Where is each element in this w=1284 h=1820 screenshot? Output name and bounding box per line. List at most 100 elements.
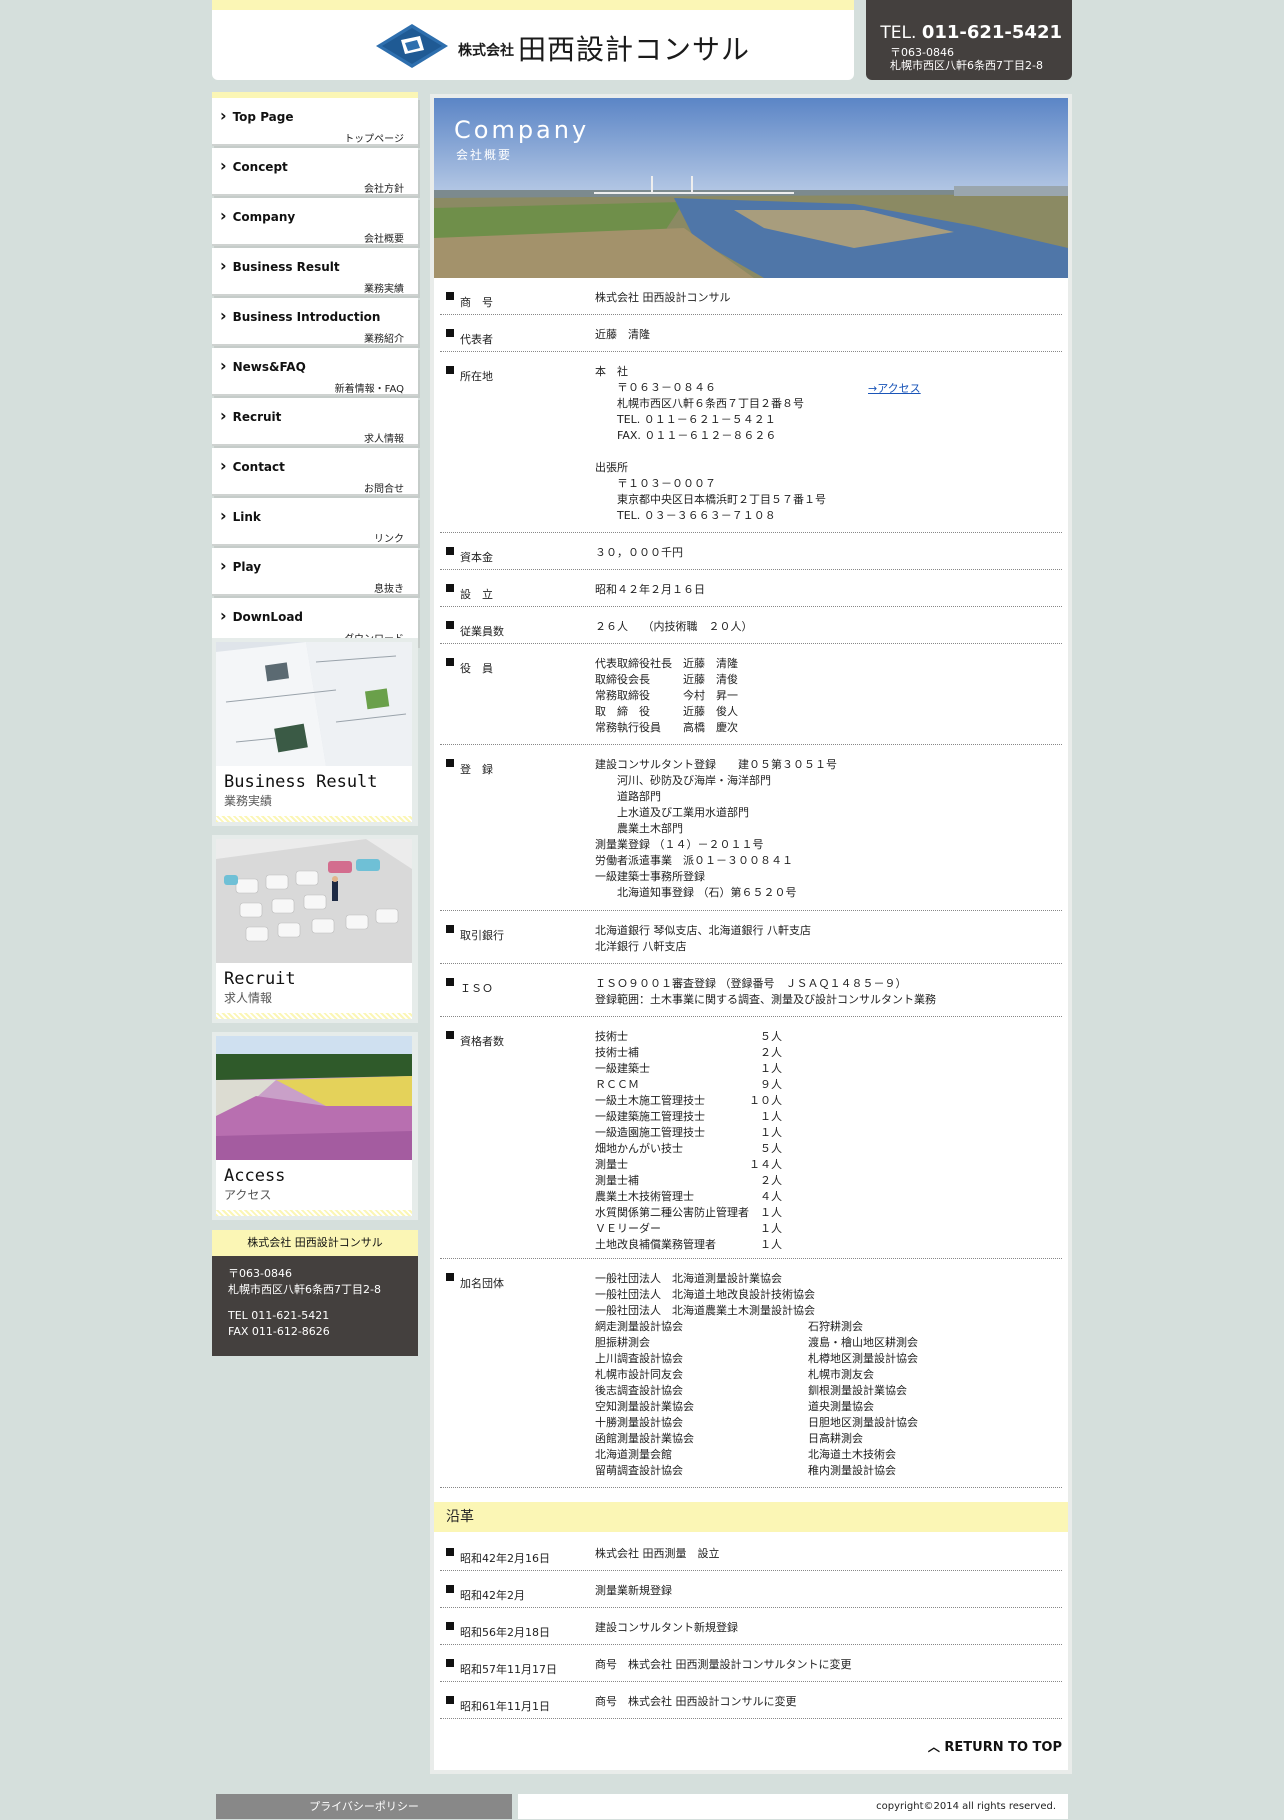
row-label: 昭和42年2月 [460, 1589, 525, 1602]
banner-title: Access [224, 1166, 286, 1186]
nav-label: News&FAQ [220, 356, 306, 375]
row-value: 商号 株式会社 田西設計コンサルに変更 [595, 1695, 797, 1708]
row-value: 商号 株式会社 田西測量設計コンサルタントに変更 [595, 1658, 852, 1671]
page-title: Company [454, 116, 590, 144]
row-value: 建設コンサルタント新規登録 [595, 1621, 738, 1634]
bullet-square-icon [446, 1031, 454, 1039]
nav-item-top-page[interactable]: Top Page トップページ [212, 98, 418, 146]
logo-company-name: 田西設計コンサル [518, 33, 751, 66]
company-row-employees: 従業員数 ２６人 （内技術職 ２０人） [440, 607, 1062, 644]
row-value: 北海道銀行 琴似支店、北海道銀行 八軒支店 北洋銀行 八軒支店 [595, 924, 811, 953]
banner-hatch [216, 816, 412, 822]
nav-item-business-result[interactable]: Business Result 業務実績 [212, 248, 418, 296]
row-label: 役 員 [460, 662, 493, 675]
banner-caption: Access アクセス [216, 1160, 412, 1210]
nav-sublabel: 会社概要 [364, 234, 404, 245]
tel-number: 011-621-5421 [921, 22, 1062, 43]
company-row-founded: 設 立 昭和４２年２月１６日 [440, 570, 1062, 607]
bullet-square-icon [446, 1659, 454, 1667]
side-info-tel: TEL 011-621-5421 [228, 1309, 330, 1322]
nav-item-company[interactable]: Company 会社概要 [212, 198, 418, 246]
row-value: 建設コンサルタント登録 建０５第３０５１号 河川、砂防及び海岸・海洋部門 道路部… [595, 758, 837, 899]
bullet-square-icon [446, 1622, 454, 1630]
nav-item-recruit[interactable]: Recruit 求人情報 [212, 398, 418, 446]
logo-area[interactable]: 株式会社 田西設計コンサル [212, 0, 854, 80]
nav-label: Top Page [220, 106, 294, 125]
bullet-square-icon [446, 584, 454, 592]
row-value: 測量業新規登録 [595, 1584, 672, 1597]
bullet-square-icon [446, 366, 454, 374]
company-row-officers: 役 員 代表取締役社長 近藤 清隆 取締役会長 近藤 清俊 常務取締役 今村 昇… [440, 644, 1062, 745]
company-row-qualifications: 資格者数 技術士 ５人 技術士補 ２人 一級建築士 １人 ＲＣＣＭ ９人 一級土… [440, 1017, 1062, 1259]
company-row-name: 商 号 株式会社 田西設計コンサル [440, 278, 1062, 315]
history-row: 昭和42年2月 測量業新規登録 [440, 1571, 1062, 1608]
bullet-square-icon [446, 759, 454, 767]
footer: プライバシーポリシー copyright©2014 all rights res… [212, 1790, 1072, 1819]
banner-access[interactable]: Access アクセス [212, 1032, 418, 1220]
return-to-top-link[interactable]: ︿ RETURN TO TOP [928, 1738, 1062, 1755]
bullet-square-icon [446, 658, 454, 666]
history-row: 昭和56年2月18日 建設コンサルタント新規登録 [440, 1608, 1062, 1645]
bullet-square-icon [446, 1273, 454, 1281]
nav-label: Concept [220, 156, 288, 175]
company-row-representative: 代表者 近藤 清隆 [440, 315, 1062, 352]
logo-prefix: 株式会社 [458, 43, 514, 59]
bullet-square-icon [446, 1696, 454, 1704]
row-label: 設 立 [460, 588, 493, 601]
main-content: Company 会社概要 商 号 株式会社 田西設計コンサル 代表者 近藤 清隆… [430, 94, 1072, 1774]
nav-label: Contact [220, 456, 285, 475]
nav-sublabel: 息抜き [374, 584, 404, 595]
row-label: ＩＳＯ [460, 982, 493, 995]
history-row: 昭和42年2月16日 株式会社 田西測量 設立 [440, 1534, 1062, 1571]
nav-item-link[interactable]: Link リンク [212, 498, 418, 546]
nav-label: DownLoad [220, 606, 303, 625]
bullet-square-icon [446, 292, 454, 300]
side-info-title: 株式会社 田西設計コンサル [212, 1230, 418, 1256]
bullet-square-icon [446, 329, 454, 337]
flower-field-photo [216, 1036, 412, 1160]
nav-item-contact[interactable]: Contact お問合せ [212, 448, 418, 496]
company-row-capital: 資本金 ３０，０００千円 [440, 533, 1062, 570]
side-info-body: 〒063-0846 札幌市西区八軒6条西7丁目2-8 TEL 011-621-5… [212, 1256, 418, 1356]
bullet-square-icon [446, 547, 454, 555]
return-to-top-label: RETURN TO TOP [944, 1740, 1062, 1755]
banner-business-result[interactable]: Business Result 業務実績 [212, 638, 418, 826]
nav-label: Play [220, 556, 261, 575]
nav-sublabel: 業務実績 [364, 284, 404, 295]
bullet-square-icon [446, 1548, 454, 1556]
nav-item-play[interactable]: Play 息抜き [212, 548, 418, 596]
row-label: 資本金 [460, 551, 493, 564]
company-row-associations: 加名団体 一般社団法人 北海道測量設計業協会 一般社団法人 北海道土地改良設計技… [440, 1259, 1062, 1488]
row-label: 昭和42年2月16日 [460, 1552, 550, 1565]
calculator-photo [216, 839, 412, 963]
documents-photo [216, 642, 412, 766]
nav-sublabel: リンク [374, 534, 404, 545]
row-value: ２６人 （内技術職 ２０人） [595, 620, 753, 633]
privacy-policy-link[interactable]: プライバシーポリシー [216, 1794, 512, 1819]
nav-item-news-faq[interactable]: News&FAQ 新着情報・FAQ [212, 348, 418, 396]
nav-sublabel: 求人情報 [364, 434, 404, 445]
header-address: 札幌市西区八軒6条西7丁目2-8 [890, 59, 1043, 72]
history-heading: 沿革 [434, 1502, 1068, 1532]
row-label: 昭和61年11月1日 [460, 1700, 550, 1713]
banner-hatch [216, 1210, 412, 1216]
row-value: ＩＳＯ９００１審査登録 （登録番号 ＪＳＡＱ１４８５－９） 登録範囲：土木事業に… [595, 977, 936, 1006]
main-inner: Company 会社概要 商 号 株式会社 田西設計コンサル 代表者 近藤 清隆… [434, 98, 1068, 1770]
nav-sublabel: トップページ [344, 134, 404, 145]
row-value: ３０，０００千円 [595, 546, 683, 559]
nav-item-business-introduction[interactable]: Business Introduction 業務紹介 [212, 298, 418, 346]
access-link[interactable]: →アクセス [868, 380, 921, 396]
banner-recruit[interactable]: Recruit 求人情報 [212, 835, 418, 1023]
nav-sublabel: 会社方針 [364, 184, 404, 195]
header-contact: TEL. 011-621-5421 〒063-0846 札幌市西区八軒6条西7丁… [866, 0, 1072, 80]
company-row-location: 所在地 本 社 〒０６３－０８４６ 札幌市西区八軒６条西７丁目２番８号 TEL.… [440, 352, 1062, 533]
row-value: 近藤 清隆 [595, 328, 650, 341]
company-row-banks: 取引銀行 北海道銀行 琴似支店、北海道銀行 八軒支店 北洋銀行 八軒支店 [440, 911, 1062, 964]
row-value: 昭和４２年２月１６日 [595, 583, 705, 596]
nav-item-concept[interactable]: Concept 会社方針 [212, 148, 418, 196]
row-label: 取引銀行 [460, 929, 504, 942]
company-logo-icon [376, 24, 448, 68]
banner-subtitle: アクセス [224, 1188, 272, 1202]
history-row: 昭和61年11月1日 商号 株式会社 田西設計コンサルに変更 [440, 1682, 1062, 1719]
header-stripe [212, 0, 854, 10]
